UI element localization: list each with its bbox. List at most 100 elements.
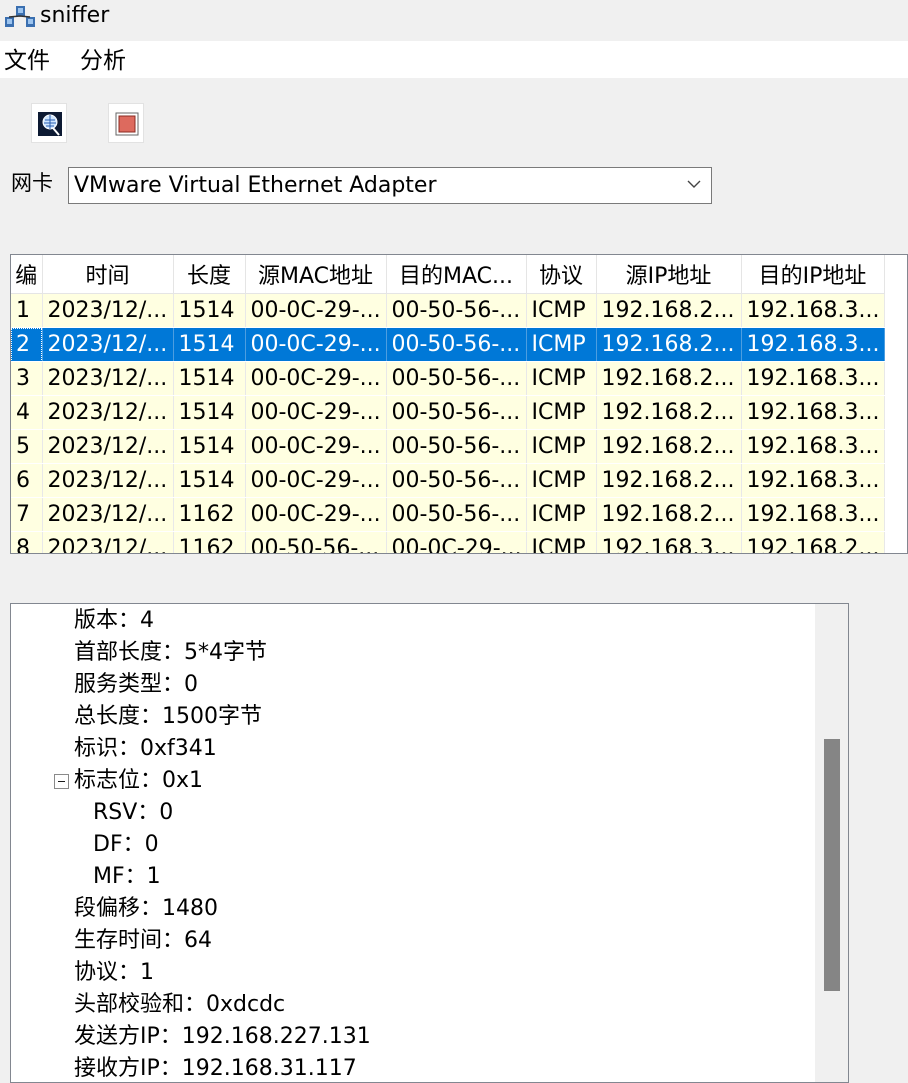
table-cell: 00-50-56-... — [386, 395, 527, 430]
table-cell: ICMP — [526, 361, 597, 396]
table-cell: 192.168.2... — [596, 429, 742, 464]
scrollbar-thumb[interactable] — [824, 739, 840, 991]
table-cell: 5 — [11, 429, 43, 464]
tree-node[interactable]: 总长度：1500字节 — [74, 702, 262, 732]
table-row[interactable]: 5 2023/12/... 1514 00-0C-29-... 00-50-56-...… — [11, 429, 885, 464]
table-row[interactable]: 8 2023/12/... 1162 00-50-56-... 00-0C-29-...… — [11, 531, 885, 553]
tree-node[interactable]: 首部长度：5*4字节 — [74, 638, 267, 668]
tree-node[interactable]: 生存时间：64 — [74, 926, 212, 956]
table-cell: 192.168.3... — [741, 361, 885, 396]
tree-node[interactable]: 发送方IP：192.168.227.131 — [74, 1022, 371, 1052]
table-cell: 192.168.2... — [596, 463, 742, 498]
table-cell: 2023/12/... — [42, 293, 174, 328]
column-header[interactable]: 源MAC地址 — [245, 255, 387, 294]
table-cell: 1162 — [173, 531, 246, 553]
tree-node[interactable]: 段偏移：1480 — [74, 894, 218, 924]
column-header[interactable]: 时间 — [42, 255, 174, 294]
table-cell: ICMP — [526, 463, 597, 498]
table-cell: ICMP — [526, 395, 597, 430]
table-cell: 192.168.2... — [596, 293, 742, 328]
table-cell: 192.168.3... — [741, 293, 885, 328]
table-cell: 6 — [11, 463, 43, 498]
table-cell: 00-0C-29-... — [245, 463, 387, 498]
table-cell: ICMP — [526, 327, 597, 362]
table-cell: 3 — [11, 361, 43, 396]
table-cell: 00-50-56-... — [386, 463, 527, 498]
table-cell: 192.168.2... — [596, 497, 742, 532]
tree-node[interactable]: 标识：0xf341 — [74, 734, 217, 764]
table-cell: 00-0C-29-... — [245, 361, 387, 396]
table-cell: 192.168.3... — [741, 497, 885, 532]
table-cell: 192.168.3... — [741, 429, 885, 464]
stop-capture-button[interactable] — [108, 103, 144, 143]
table-cell: 00-0C-29-... — [245, 497, 387, 532]
table-cell: 1514 — [173, 293, 246, 328]
tree-node[interactable]: 标志位：0x1 — [74, 766, 203, 796]
table-cell: 192.168.2... — [596, 327, 742, 362]
column-header[interactable]: 长度 — [173, 255, 246, 294]
table-row[interactable]: 1 2023/12/... 1514 00-0C-29-... 00-50-56-...… — [11, 293, 885, 328]
table-cell: 1 — [11, 293, 43, 328]
table-cell: 2023/12/... — [42, 531, 174, 553]
menu-analyze[interactable]: 分析 — [80, 41, 126, 81]
table-cell: 192.168.2... — [596, 395, 742, 430]
table-cell: 2 — [11, 327, 43, 362]
tree-node[interactable]: 服务类型：0 — [74, 670, 198, 700]
table-cell: 192.168.3... — [741, 463, 885, 498]
table-cell: 8 — [11, 531, 43, 553]
tree-node[interactable]: 协议：1 — [74, 958, 154, 988]
table-row[interactable]: 7 2023/12/... 1162 00-0C-29-... 00-50-56-...… — [11, 497, 885, 532]
table-cell: 192.168.3... — [596, 531, 742, 553]
tree-node[interactable]: DF：0 — [93, 830, 159, 860]
chevron-down-icon — [687, 180, 701, 188]
table-row[interactable]: 3 2023/12/... 1514 00-0C-29-... 00-50-56-...… — [11, 361, 885, 396]
packet-detail-tree[interactable]: 版本：4 首部长度：5*4字节 服务类型：0 总长度：1500字节 标识：0xf341 标… — [10, 603, 849, 1083]
table-cell: 00-0C-29-... — [245, 429, 387, 464]
table-cell: 00-50-56-... — [386, 361, 527, 396]
column-header[interactable]: 协议 — [526, 255, 597, 294]
nic-select[interactable]: VMware Virtual Ethernet Adapter — [68, 167, 712, 204]
capture-start-icon — [38, 112, 62, 136]
table-cell: 1514 — [173, 395, 246, 430]
detail-scrollbar[interactable] — [815, 604, 848, 1082]
table-cell: 4 — [11, 395, 43, 430]
table-cell: ICMP — [526, 531, 597, 553]
table-cell: 2023/12/... — [42, 395, 174, 430]
table-cell: 00-0C-29-... — [245, 293, 387, 328]
menu-file[interactable]: 文件 — [4, 41, 50, 81]
table-cell: 00-50-56-... — [386, 429, 527, 464]
table-row[interactable]: 2 2023/12/... 1514 00-0C-29-... 00-50-56-...… — [11, 327, 885, 362]
column-header[interactable]: 编 — [11, 255, 43, 294]
table-cell: 192.168.3... — [741, 327, 885, 362]
tree-node[interactable]: MF：1 — [93, 862, 161, 892]
tree-node[interactable]: 头部校验和：0xdcdc — [74, 990, 285, 1020]
table-cell: 1514 — [173, 361, 246, 396]
table-cell: 2023/12/... — [42, 361, 174, 396]
window-title: sniffer — [40, 3, 110, 28]
table-cell: 00-50-56-... — [386, 327, 527, 362]
table-cell: 2023/12/... — [42, 327, 174, 362]
table-cell: 2023/12/... — [42, 497, 174, 532]
table-cell: 192.168.2... — [596, 361, 742, 396]
table-cell: 1514 — [173, 429, 246, 464]
tree-node[interactable]: 版本：4 — [74, 606, 154, 636]
tree-node[interactable]: RSV：0 — [93, 798, 173, 828]
column-header[interactable]: 目的MAC... — [386, 255, 527, 294]
collapse-toggle-icon[interactable] — [54, 774, 69, 789]
nic-selected-value: VMware Virtual Ethernet Adapter — [74, 173, 437, 198]
menu-bar: 文件 分析 — [0, 41, 908, 78]
table-row[interactable]: 4 2023/12/... 1514 00-0C-29-... 00-50-56-...… — [11, 395, 885, 430]
nic-label: 网卡 — [11, 171, 53, 195]
table-cell: 192.168.3... — [741, 395, 885, 430]
column-header[interactable]: 目的IP地址 — [741, 255, 885, 294]
table-cell: ICMP — [526, 497, 597, 532]
table-cell: 1514 — [173, 463, 246, 498]
column-header[interactable]: 源IP地址 — [596, 255, 742, 294]
table-row[interactable]: 6 2023/12/... 1514 00-0C-29-... 00-50-56-...… — [11, 463, 885, 498]
table-cell: 00-0C-29-... — [386, 531, 527, 553]
start-capture-button[interactable] — [31, 103, 67, 143]
tree-node[interactable]: 接收方IP：192.168.31.117 — [74, 1054, 357, 1082]
table-cell: 1162 — [173, 497, 246, 532]
packet-list[interactable]: 编时间 长度 源MAC地址 目的MAC... 协议 源IP地址 目的IP地址 1 2023/1… — [10, 254, 908, 554]
table-cell: 00-50-56-... — [386, 497, 527, 532]
